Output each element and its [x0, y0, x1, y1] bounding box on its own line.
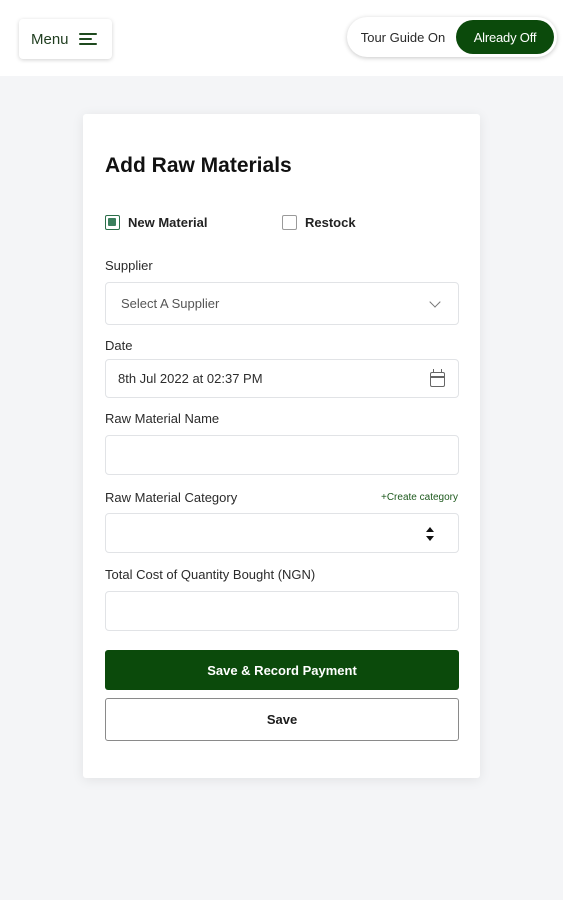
- sort-arrows-icon: [426, 527, 436, 541]
- supplier-select[interactable]: Select A Supplier: [105, 282, 459, 325]
- page-title: Add Raw Materials: [105, 154, 292, 177]
- supplier-label: Supplier: [105, 258, 153, 273]
- chevron-down-icon: [429, 296, 441, 308]
- save-button[interactable]: Save: [105, 698, 459, 741]
- option-restock[interactable]: Restock: [282, 215, 356, 230]
- date-label: Date: [105, 338, 133, 353]
- menu-button[interactable]: Menu: [19, 19, 112, 59]
- raw-material-name-label: Raw Material Name: [105, 411, 220, 426]
- raw-material-name-input[interactable]: [105, 435, 459, 475]
- raw-material-category-select[interactable]: [105, 513, 459, 553]
- save-and-record-payment-button[interactable]: Save & Record Payment: [105, 650, 459, 690]
- supplier-placeholder: Select A Supplier: [121, 296, 220, 311]
- date-input[interactable]: 8th Jul 2022 at 02:37 PM: [105, 359, 459, 398]
- raw-material-category-label: Raw Material Category: [105, 490, 238, 505]
- restock-checkbox[interactable]: [282, 215, 297, 230]
- add-raw-materials-card: Add Raw Materials New Material Restock S…: [83, 114, 480, 778]
- total-cost-label: Total Cost of Quantity Bought (NGN): [105, 567, 316, 582]
- hamburger-icon: [78, 32, 97, 46]
- calendar-icon[interactable]: [430, 369, 445, 387]
- tour-guide-toggle[interactable]: Tour Guide On Already Off: [347, 17, 557, 57]
- option-label: Restock: [305, 215, 356, 230]
- new-material-checkbox[interactable]: [105, 215, 120, 230]
- option-new-material[interactable]: New Material: [105, 215, 207, 230]
- menu-label: Menu: [31, 30, 69, 48]
- tour-guide-off-option[interactable]: Already Off: [456, 20, 554, 54]
- date-value: 8th Jul 2022 at 02:37 PM: [118, 371, 263, 386]
- tour-guide-on-option[interactable]: Tour Guide On: [347, 30, 459, 45]
- option-label: New Material: [128, 215, 208, 230]
- create-category-link[interactable]: +Create category: [381, 492, 458, 503]
- total-cost-input[interactable]: [105, 591, 459, 631]
- material-type-options: New Material Restock: [105, 215, 465, 235]
- top-bar: Menu Tour Guide On Already Off: [0, 0, 563, 76]
